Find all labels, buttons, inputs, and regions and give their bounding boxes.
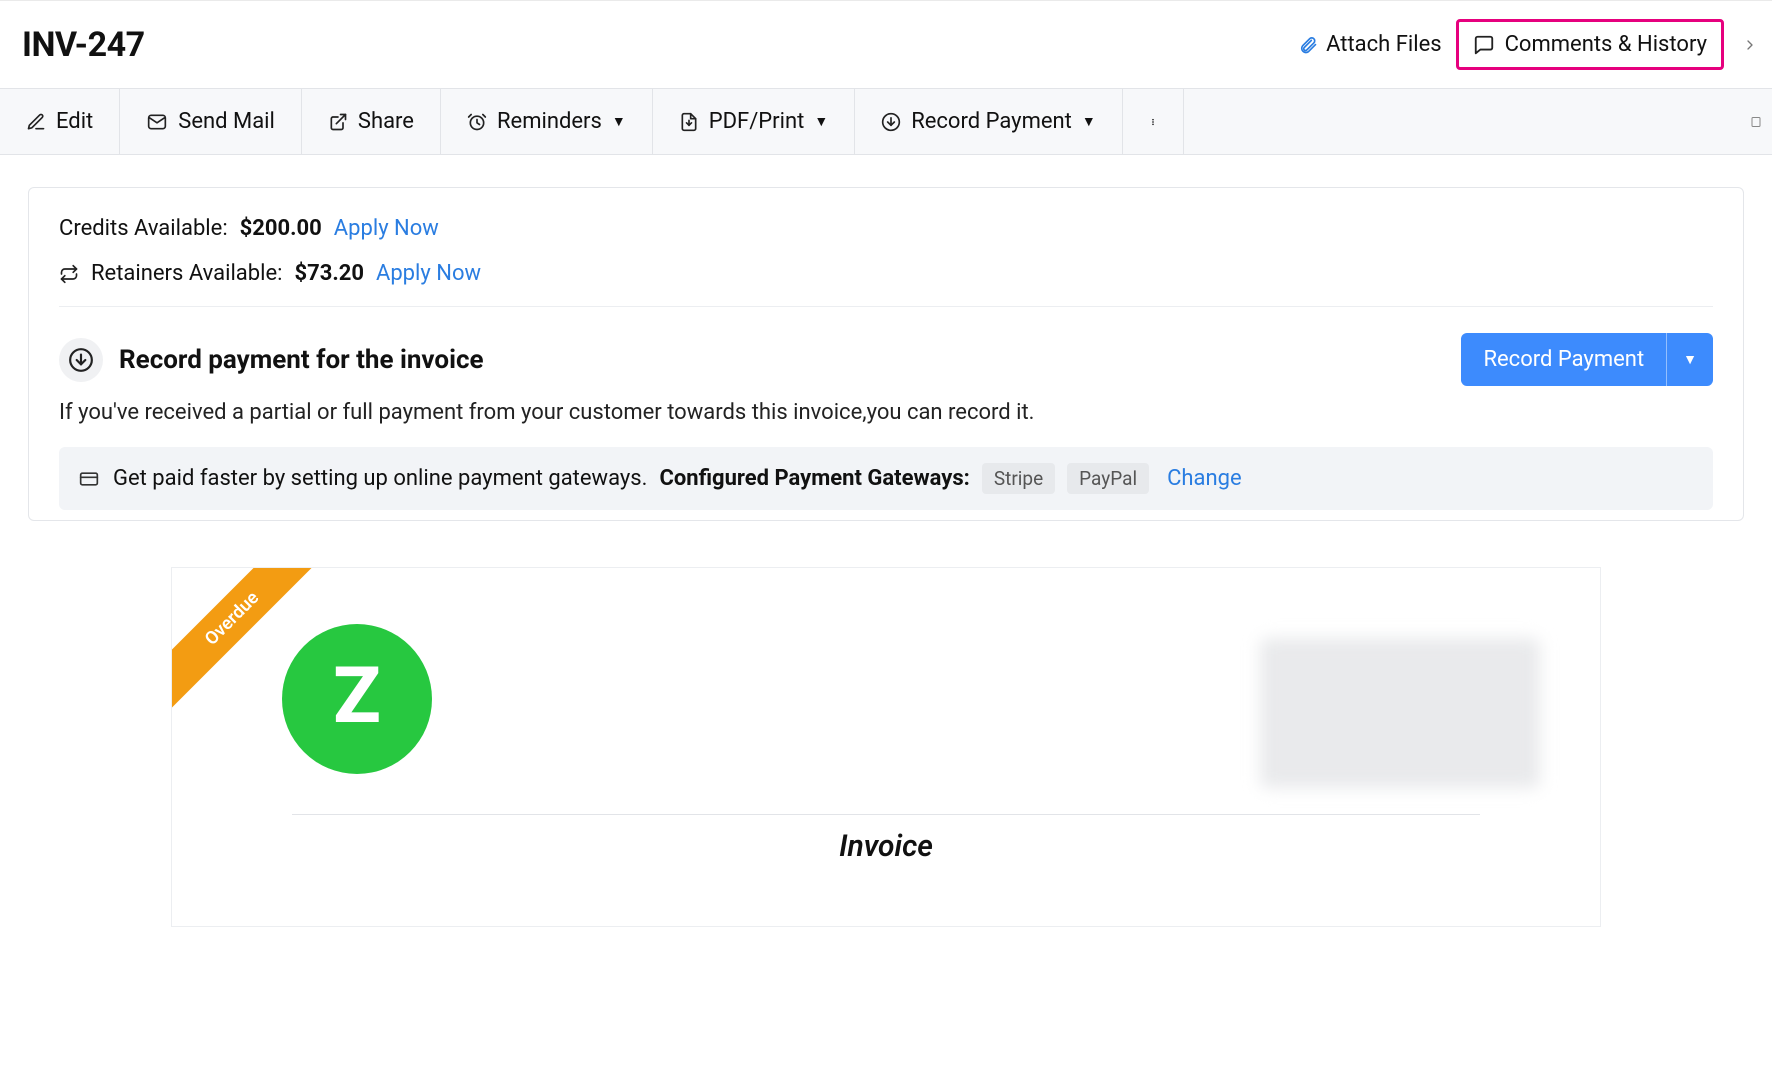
record-payment-icon: [59, 338, 103, 382]
download-icon: [881, 112, 901, 132]
attach-files-button[interactable]: Attach Files: [1298, 32, 1442, 57]
send-mail-label: Send Mail: [178, 109, 275, 134]
header-actions: Attach Files Comments & History: [1298, 19, 1762, 70]
toolbar-right-icon[interactable]: [1740, 89, 1772, 154]
invoice-preview: Overdue Z Invoice: [171, 567, 1601, 927]
page-header: INV-247 Attach Files Comments & History: [0, 0, 1772, 88]
edit-button[interactable]: Edit: [0, 89, 120, 154]
mail-icon: [146, 112, 168, 132]
record-payment-button-caret[interactable]: ▼: [1666, 333, 1713, 386]
chevron-down-icon: ▼: [612, 113, 626, 130]
apply-credits-link[interactable]: Apply Now: [334, 216, 439, 241]
invoice-summary-card: Credits Available: $200.00 Apply Now Ret…: [28, 187, 1744, 521]
apply-retainers-link[interactable]: Apply Now: [376, 261, 481, 286]
pencil-icon: [26, 112, 46, 132]
reminders-label: Reminders: [497, 109, 602, 134]
action-toolbar: Edit Send Mail Share Reminders ▼ PDF/Pri…: [0, 88, 1772, 155]
record-payment-toolbar-label: Record Payment: [911, 109, 1072, 134]
pdf-print-label: PDF/Print: [709, 109, 805, 134]
comment-icon: [1473, 34, 1495, 56]
retainers-amount: $73.20: [294, 261, 364, 286]
record-payment-toolbar-button[interactable]: Record Payment ▼: [855, 89, 1123, 154]
gateway-chip-stripe: Stripe: [982, 463, 1055, 494]
edit-label: Edit: [56, 109, 93, 134]
gateway-configured-label: Configured Payment Gateways:: [659, 466, 969, 491]
record-payment-button[interactable]: Record Payment ▼: [1461, 333, 1713, 386]
reminders-button[interactable]: Reminders ▼: [441, 89, 653, 154]
share-button[interactable]: Share: [302, 89, 441, 154]
comments-history-button[interactable]: Comments & History: [1456, 19, 1724, 70]
attach-files-label: Attach Files: [1326, 32, 1442, 57]
record-payment-description: If you've received a partial or full pay…: [59, 400, 1713, 425]
record-payment-title: Record payment for the invoice: [119, 345, 484, 375]
retainers-row: Retainers Available: $73.20 Apply Now: [59, 261, 1713, 286]
gateway-change-link[interactable]: Change: [1167, 466, 1242, 491]
more-actions-button[interactable]: [1123, 89, 1184, 154]
chevron-down-icon: ▼: [814, 113, 828, 130]
share-icon: [328, 112, 348, 132]
pdf-icon: [679, 112, 699, 132]
expand-panel-button[interactable]: [1738, 31, 1762, 59]
record-payment-button-label: Record Payment: [1461, 333, 1666, 386]
retainer-icon: [59, 264, 79, 284]
clock-icon: [467, 112, 487, 132]
share-label: Share: [358, 109, 414, 134]
credits-label: Credits Available:: [59, 216, 228, 241]
pdf-print-button[interactable]: PDF/Print ▼: [653, 89, 855, 154]
credits-row: Credits Available: $200.00 Apply Now: [59, 216, 1713, 241]
comments-history-label: Comments & History: [1505, 32, 1707, 57]
send-mail-button[interactable]: Send Mail: [120, 89, 302, 154]
invoice-doc-title: Invoice: [172, 829, 1600, 864]
credits-amount: $200.00: [240, 216, 322, 241]
card-icon: [77, 469, 101, 489]
retainers-label: Retainers Available:: [91, 261, 282, 286]
redacted-company-info: [1260, 638, 1540, 788]
invoice-divider: [292, 814, 1480, 815]
chevron-down-icon: ▼: [1082, 113, 1096, 130]
more-vertical-icon: [1149, 111, 1157, 133]
page-title: INV-247: [22, 25, 145, 65]
gateway-lead: Get paid faster by setting up online pay…: [113, 466, 647, 491]
record-payment-section: Record payment for the invoice Record Pa…: [59, 333, 1713, 386]
company-logo: Z: [282, 624, 432, 774]
gateway-bar: Get paid faster by setting up online pay…: [59, 447, 1713, 510]
chevron-down-icon: ▼: [1683, 351, 1697, 368]
gateway-chip-paypal: PayPal: [1067, 463, 1149, 494]
paperclip-icon: [1298, 34, 1318, 56]
divider: [59, 306, 1713, 307]
